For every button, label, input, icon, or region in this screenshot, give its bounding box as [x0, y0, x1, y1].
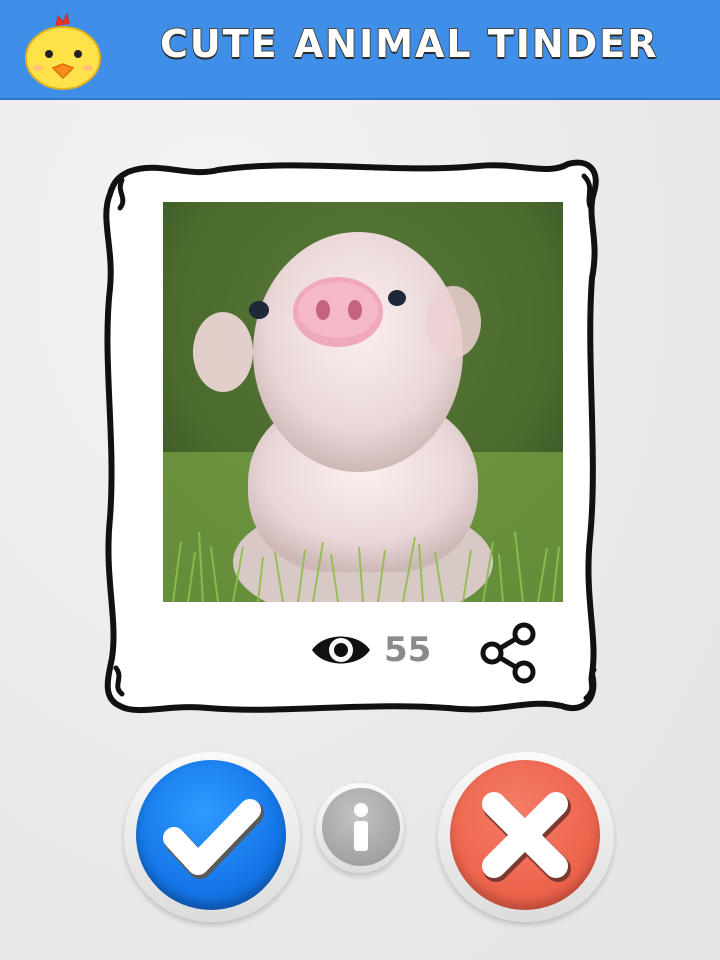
piglet-photo [163, 202, 563, 602]
info-icon [354, 803, 368, 851]
checkmark-icon [163, 799, 264, 879]
like-button[interactable] [136, 760, 286, 910]
info-button[interactable] [322, 788, 400, 866]
view-count: 55 [384, 630, 432, 670]
chick-icon [25, 12, 101, 90]
app-header: Cute Animal Tinder [0, 0, 720, 100]
card-photo[interactable] [163, 202, 563, 602]
app-title: Cute Animal Tinder [159, 21, 659, 67]
nope-button[interactable] [450, 760, 600, 910]
share-icon[interactable] [478, 622, 540, 684]
eye-icon [312, 636, 370, 664]
view-counter: 55 [310, 628, 431, 672]
close-icon [482, 792, 571, 882]
